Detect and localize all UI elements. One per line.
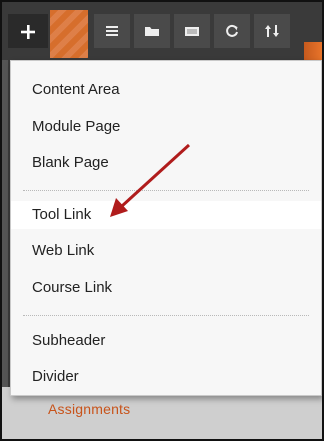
- menu-item-tool-link[interactable]: Tool Link: [11, 201, 321, 229]
- list-icon: [105, 24, 119, 38]
- menu-item-divider[interactable]: Divider: [11, 363, 321, 391]
- refresh-icon: [224, 23, 240, 39]
- menu-item-blank-page[interactable]: Blank Page: [11, 149, 321, 177]
- menu-item-web-link[interactable]: Web Link: [11, 237, 321, 265]
- screenshot-frame: Assignments Content Area Module Page Bla…: [0, 0, 324, 441]
- menu-divider: [23, 190, 309, 191]
- course-menu-item-assignments[interactable]: Assignments: [48, 401, 130, 417]
- sort-icon: [264, 23, 280, 39]
- reorder-button[interactable]: [254, 14, 290, 48]
- menu-item-module-page[interactable]: Module Page: [11, 113, 321, 141]
- folder-view-button[interactable]: [134, 14, 170, 48]
- menu-item-content-area[interactable]: Content Area: [11, 76, 321, 104]
- add-menu-item-button[interactable]: [8, 14, 48, 48]
- add-menu-item-dropdown: Content Area Module Page Blank Page Tool…: [10, 60, 322, 396]
- window-icon: [184, 24, 200, 38]
- course-toolbar: [2, 2, 322, 60]
- menu-item-subheader[interactable]: Subheader: [11, 327, 321, 355]
- folder-icon: [144, 24, 160, 38]
- orange-texture: [50, 10, 88, 58]
- refresh-button[interactable]: [214, 14, 250, 48]
- menu-item-course-link[interactable]: Course Link: [11, 274, 321, 302]
- plus-icon: [20, 24, 36, 40]
- menu-divider: [23, 315, 309, 316]
- left-edge: [2, 60, 8, 439]
- list-view-button[interactable]: [94, 14, 130, 48]
- window-view-button[interactable]: [174, 14, 210, 48]
